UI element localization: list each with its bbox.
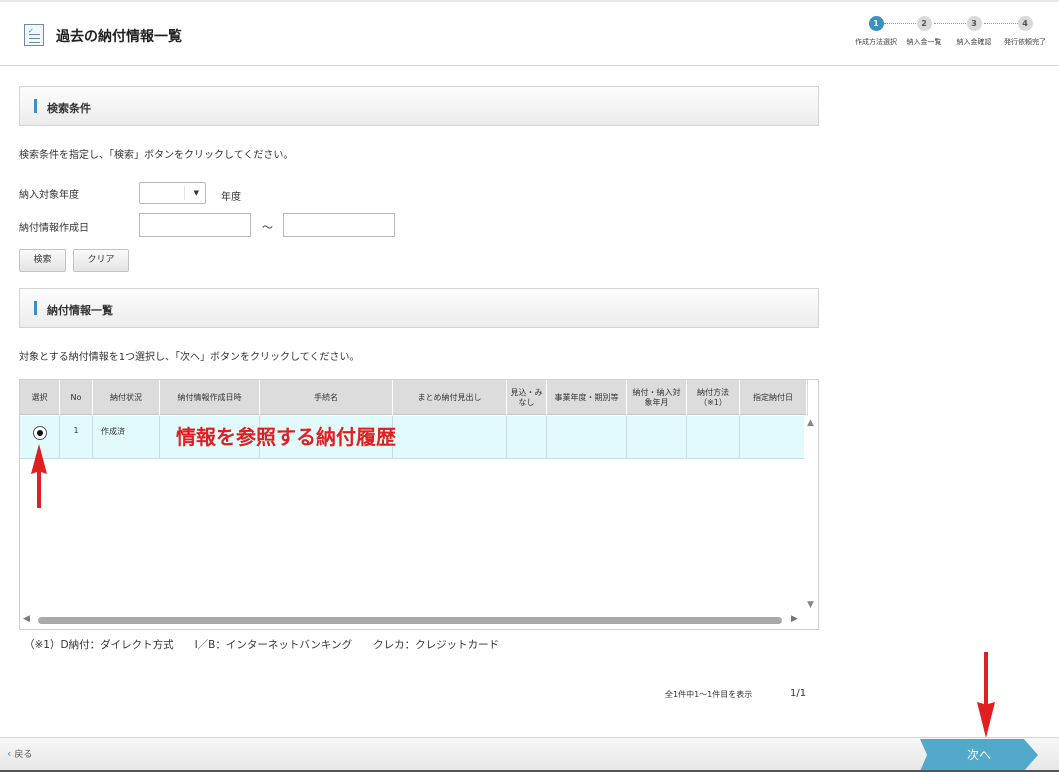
- search-section-title: 検索条件: [47, 102, 91, 115]
- column-header: 納付方法（※1）: [687, 380, 740, 415]
- column-header: 納付・納入対象年月: [627, 380, 687, 415]
- section-accent-bar: [34, 301, 37, 315]
- radio-selected-dot: [37, 430, 43, 436]
- pager-info: 全1件中1～1件目を表示: [665, 690, 753, 699]
- list-description: 対象とする納付情報を1つ選択し、「次へ」ボタンをクリックしてください。: [19, 352, 360, 363]
- date-from-input[interactable]: [139, 213, 251, 237]
- step-4: 4 発行依頼完了: [995, 16, 1055, 47]
- annotation-text: 情報を参照する納付履歴: [176, 425, 396, 449]
- column-header: No: [60, 380, 93, 415]
- scroll-thumb[interactable]: [38, 617, 782, 624]
- clear-button[interactable]: クリア: [73, 249, 129, 272]
- dropdown-arrow-icon: ▼: [193, 189, 199, 197]
- column-header: まとめ納付見出し: [393, 380, 507, 415]
- scroll-right-icon[interactable]: ▶: [791, 614, 798, 624]
- column-header: 手続名: [260, 380, 393, 415]
- payment-table: 選択 No 納付状況 納付情報作成日時 手続名 まとめ納付見出し 見込・みなし …: [19, 379, 819, 630]
- column-header: 選択: [20, 380, 60, 415]
- range-tilde: ～: [262, 221, 273, 234]
- progress-steps: 1 作成方法選択 2 納入金一覧 3 納入金確認 4 発行依頼完了: [846, 16, 1056, 52]
- row-target-month: [627, 416, 687, 459]
- search-section-header: 検索条件: [19, 86, 819, 126]
- table-row[interactable]: 1 作成済: [20, 416, 804, 459]
- row-radio[interactable]: [33, 426, 47, 440]
- row-period: [547, 416, 627, 459]
- row-no: 1: [60, 416, 93, 459]
- row-due-date: [740, 416, 804, 459]
- red-arrow-up-icon: [31, 444, 47, 508]
- row-estimate: [507, 416, 547, 459]
- column-header: 事業年度・期別等: [547, 380, 627, 415]
- chevron-left-icon: ‹: [7, 747, 12, 760]
- list-section-title: 納付情報一覧: [47, 304, 113, 317]
- column-header: 納付状況: [93, 380, 160, 415]
- row-status: 作成済: [93, 416, 160, 459]
- next-button[interactable]: 次へ: [920, 739, 1038, 771]
- row-method: [687, 416, 740, 459]
- year-label: 納入対象年度: [19, 190, 79, 201]
- red-arrow-down-icon: [977, 652, 995, 738]
- year-unit: 年度: [221, 192, 241, 203]
- back-link[interactable]: ‹ 戻る: [7, 747, 32, 760]
- document-icon: ✓: [24, 24, 44, 46]
- table-header: 選択 No 納付状況 納付情報作成日時 手続名 まとめ納付見出し 見込・みなし …: [20, 380, 808, 415]
- section-accent-bar: [34, 99, 37, 113]
- horizontal-scrollbar[interactable]: ◀ ▶: [20, 611, 806, 629]
- column-header: 指定納付日: [740, 380, 807, 415]
- pager-page: 1/1: [790, 688, 807, 699]
- footer-bar: ‹ 戻る 次へ: [0, 737, 1059, 772]
- list-section-header: 納付情報一覧: [19, 288, 819, 328]
- search-description: 検索条件を指定し、「検索」ボタンをクリックしてください。: [19, 150, 294, 161]
- scroll-up-icon[interactable]: ▲: [807, 418, 814, 428]
- date-label: 納付情報作成日: [19, 223, 89, 234]
- date-to-input[interactable]: [283, 213, 395, 237]
- row-summary: [393, 416, 507, 459]
- scroll-down-icon[interactable]: ▼: [807, 600, 814, 610]
- scroll-left-icon[interactable]: ◀: [23, 614, 30, 624]
- column-header: 納付情報作成日時: [160, 380, 260, 415]
- payment-method-footnote: （※1）D納付：ダイレクト方式 I／B：インターネットバンキング クレカ：クレジ…: [24, 639, 500, 651]
- year-select[interactable]: ▼: [139, 182, 206, 204]
- vertical-scrollbar[interactable]: ▲ ▼: [804, 416, 818, 611]
- column-header: 見込・みなし: [507, 380, 547, 415]
- page-header: ✓ 過去の納付情報一覧 1 作成方法選択 2 納入金一覧 3 納入金確認 4 発…: [0, 0, 1059, 66]
- page-title: 過去の納付情報一覧: [56, 29, 182, 45]
- search-button[interactable]: 検索: [19, 249, 66, 272]
